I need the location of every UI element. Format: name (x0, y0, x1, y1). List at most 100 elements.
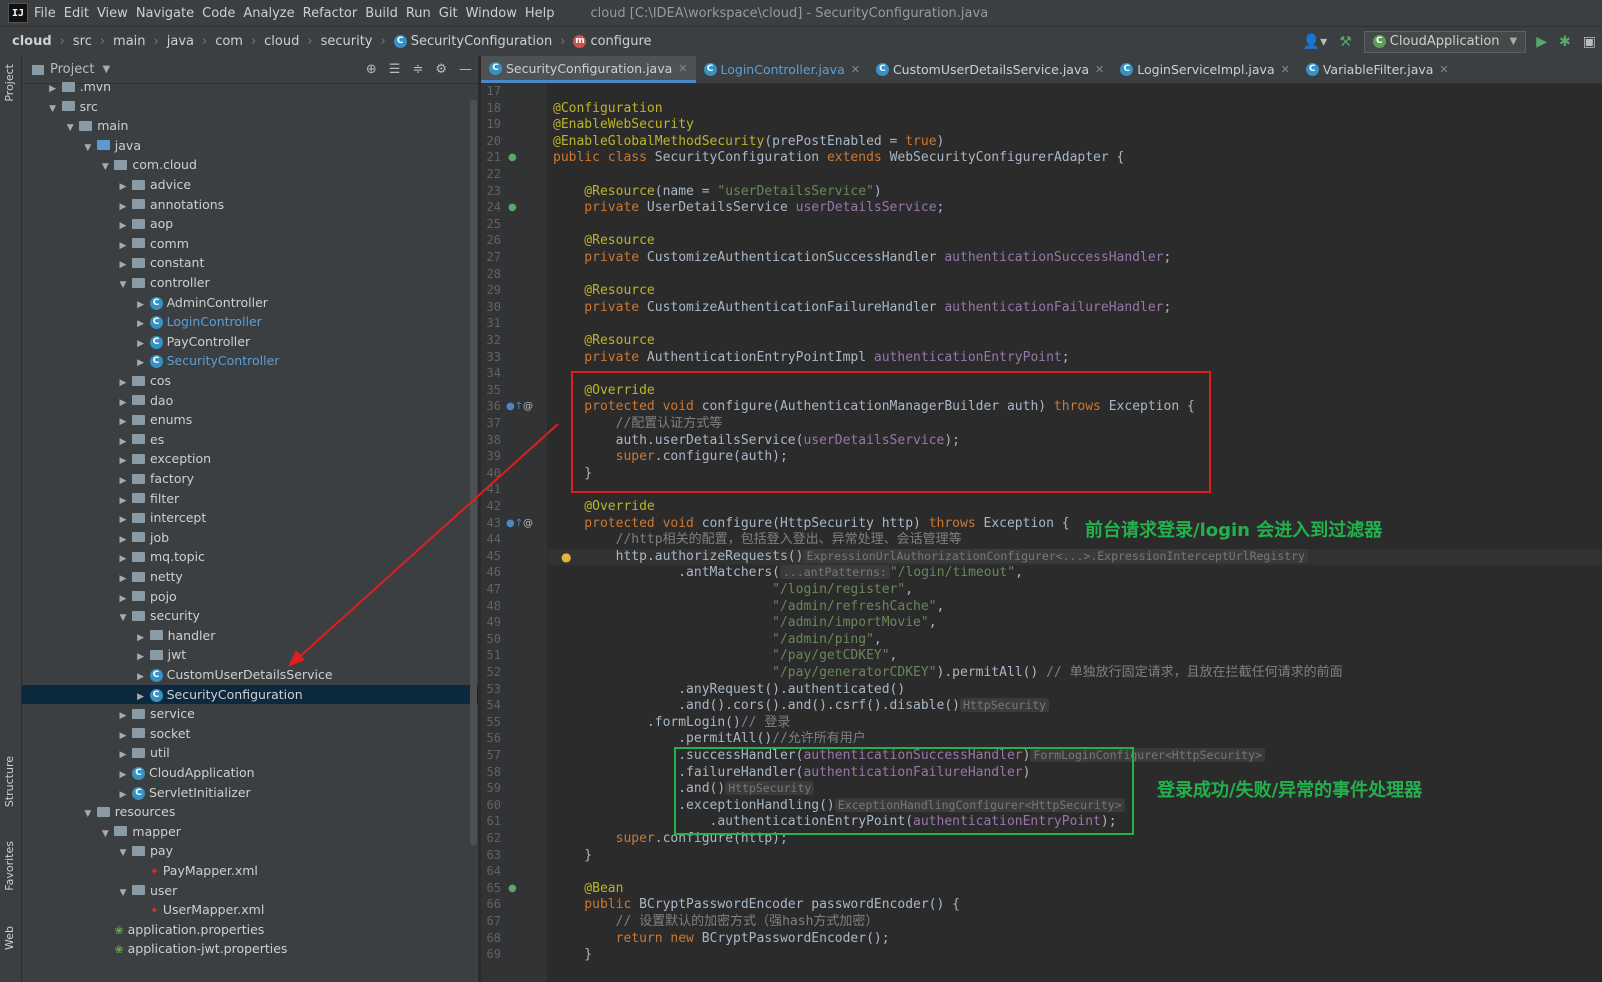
tree-item[interactable]: ❀ application-jwt.properties (22, 939, 478, 959)
tree-item[interactable]: ▶ factory (22, 469, 478, 489)
menu-code[interactable]: Code (202, 6, 235, 21)
expand-all-icon[interactable]: ☰ (389, 62, 401, 77)
tree-item[interactable]: ▶ cos (22, 371, 478, 391)
project-scrollbar[interactable] (470, 100, 477, 845)
gear-icon[interactable]: ⚙ (435, 62, 447, 77)
tree-item[interactable]: ▶ pojo (22, 587, 478, 607)
tree-item[interactable]: ▼ pay (22, 841, 478, 861)
tree-item[interactable]: ▶ jwt (22, 645, 478, 665)
coverage-icon[interactable]: ▣ (1583, 34, 1596, 50)
chevron-down-icon[interactable]: ▼ (102, 64, 110, 75)
menu-build[interactable]: Build (365, 6, 398, 21)
tree-item[interactable]: ▶ C SecurityConfiguration (22, 684, 478, 705)
tree-item[interactable]: ▼ java (22, 136, 478, 156)
tree-item[interactable]: ▶ C LoginController (22, 312, 478, 332)
tree-item[interactable]: ▶ netty (22, 567, 478, 587)
menu-analyze[interactable]: Analyze (243, 6, 294, 21)
menu-view[interactable]: View (97, 6, 128, 21)
breadcrumb-class[interactable]: C SecurityConfiguration (393, 34, 552, 49)
tree-item[interactable]: ▶ service (22, 704, 478, 724)
tree-item[interactable]: ▶ comm (22, 234, 478, 254)
override-method-icon[interactable]: ●↑ (506, 518, 523, 529)
breadcrumb-security[interactable]: security (321, 34, 373, 49)
tree-item[interactable]: ▼ controller (22, 273, 478, 293)
menu-help[interactable]: Help (525, 6, 555, 21)
close-icon[interactable]: ✕ (1439, 63, 1448, 76)
tree-item[interactable]: ▶ advice (22, 175, 478, 195)
menu-run[interactable]: Run (406, 6, 431, 21)
breadcrumb-com[interactable]: com (215, 34, 243, 49)
editor-tab[interactable]: C LoginController.java ✕ (696, 56, 868, 83)
spring-bean-icon[interactable]: ● (508, 152, 517, 163)
tree-item[interactable]: ▶ exception (22, 449, 478, 469)
tree-item[interactable]: ▶ C CustomUserDetailsService (22, 665, 478, 685)
tree-item[interactable]: ▼ resources (22, 802, 478, 822)
web-tool-tab[interactable]: Web (3, 926, 16, 950)
annotation-marker-icon[interactable]: @ (523, 518, 533, 529)
breadcrumb-cloud[interactable]: cloud (264, 34, 299, 49)
editor-tab[interactable]: C VariableFilter.java ✕ (1298, 56, 1457, 83)
tree-item[interactable]: ✦ UserMapper.xml (22, 900, 478, 920)
tree-item[interactable]: ▶ mq.topic (22, 547, 478, 567)
user-icon[interactable]: 👤▾ (1303, 34, 1327, 50)
tree-item[interactable]: ▶ job (22, 528, 478, 548)
menu-edit[interactable]: Edit (64, 6, 89, 21)
run-configuration-dropdown[interactable]: C CloudApplication ▼ (1363, 30, 1527, 53)
close-icon[interactable]: ✕ (851, 63, 860, 76)
locate-target-icon[interactable]: ⊕ (366, 62, 377, 77)
tree-item[interactable]: ▼ com.cloud (22, 155, 478, 175)
project-panel-title[interactable]: Project (50, 62, 94, 77)
collapse-all-icon[interactable]: ≑ (412, 62, 423, 77)
menu-git[interactable]: Git (439, 6, 458, 21)
tree-item[interactable]: ▶ C CloudApplication (22, 763, 478, 783)
tree-item[interactable]: ▶ C PayController (22, 332, 478, 352)
minimize-icon[interactable]: — (459, 62, 472, 77)
editor-tab[interactable]: C CustomUserDetailsService.java ✕ (868, 56, 1112, 83)
tree-item[interactable]: ▶ intercept (22, 508, 478, 528)
code-editor[interactable]: @Configuration @EnableWebSecurity @EnableG… (548, 84, 1602, 982)
tree-item[interactable]: ▶ aop (22, 214, 478, 234)
run-icon[interactable]: ▶ (1536, 34, 1547, 50)
close-icon[interactable]: ✕ (678, 62, 687, 75)
menu-refactor[interactable]: Refactor (303, 6, 358, 21)
structure-tool-tab[interactable]: Structure (3, 756, 16, 807)
tree-item[interactable]: ▶ C AdminController (22, 293, 478, 313)
tree-item[interactable]: ▶ filter (22, 489, 478, 509)
tree-item[interactable]: ▼ src (22, 97, 478, 117)
spring-bean-icon[interactable]: ● (508, 202, 517, 213)
tree-item[interactable]: ▶ .mvn (22, 77, 478, 97)
tree-item[interactable]: ▶ C SecurityController (22, 351, 478, 371)
editor-tab[interactable]: C LoginServiceImpl.java ✕ (1112, 56, 1298, 83)
tree-item[interactable]: ▶ dao (22, 391, 478, 411)
breadcrumb-src[interactable]: src (73, 34, 92, 49)
close-icon[interactable]: ✕ (1281, 63, 1290, 76)
debug-icon[interactable]: ✱ (1559, 34, 1571, 50)
tree-item[interactable]: ▼ main (22, 116, 478, 136)
tree-item[interactable]: ▶ enums (22, 410, 478, 430)
tree-item[interactable]: ▶ socket (22, 724, 478, 744)
tree-item[interactable]: ▶ handler (22, 626, 478, 646)
tree-item[interactable]: ▶ util (22, 743, 478, 763)
tree-item[interactable]: ▶ C ServletInitializer (22, 783, 478, 803)
lightbulb-icon[interactable]: ● (561, 550, 571, 564)
annotation-marker-icon[interactable]: @ (523, 401, 533, 412)
breadcrumb-method[interactable]: m configure (573, 34, 652, 49)
close-icon[interactable]: ✕ (1095, 63, 1104, 76)
project-tool-tab[interactable]: Project (3, 64, 16, 102)
build-hammer-icon[interactable]: ⚒ (1339, 34, 1352, 50)
tree-item[interactable]: ▼ mapper (22, 822, 478, 842)
breadcrumb-main[interactable]: main (113, 34, 145, 49)
tree-item[interactable]: ▶ annotations (22, 195, 478, 215)
menu-file[interactable]: File (34, 6, 56, 21)
tree-item[interactable]: ❀ application.properties (22, 920, 478, 940)
breadcrumb-project[interactable]: cloud (12, 34, 52, 49)
menu-window[interactable]: Window (466, 6, 517, 21)
favorites-tool-tab[interactable]: Favorites (3, 841, 16, 891)
breadcrumb-java[interactable]: java (167, 34, 194, 49)
tree-item[interactable]: ▶ es (22, 430, 478, 450)
editor-tab[interactable]: C SecurityConfiguration.java ✕ (481, 56, 696, 83)
override-method-icon[interactable]: ●↑ (506, 401, 523, 412)
tree-item[interactable]: ✦ PayMapper.xml (22, 861, 478, 881)
spring-bean-icon[interactable]: ● (508, 883, 517, 894)
tree-item[interactable]: ▼ security (22, 606, 478, 626)
